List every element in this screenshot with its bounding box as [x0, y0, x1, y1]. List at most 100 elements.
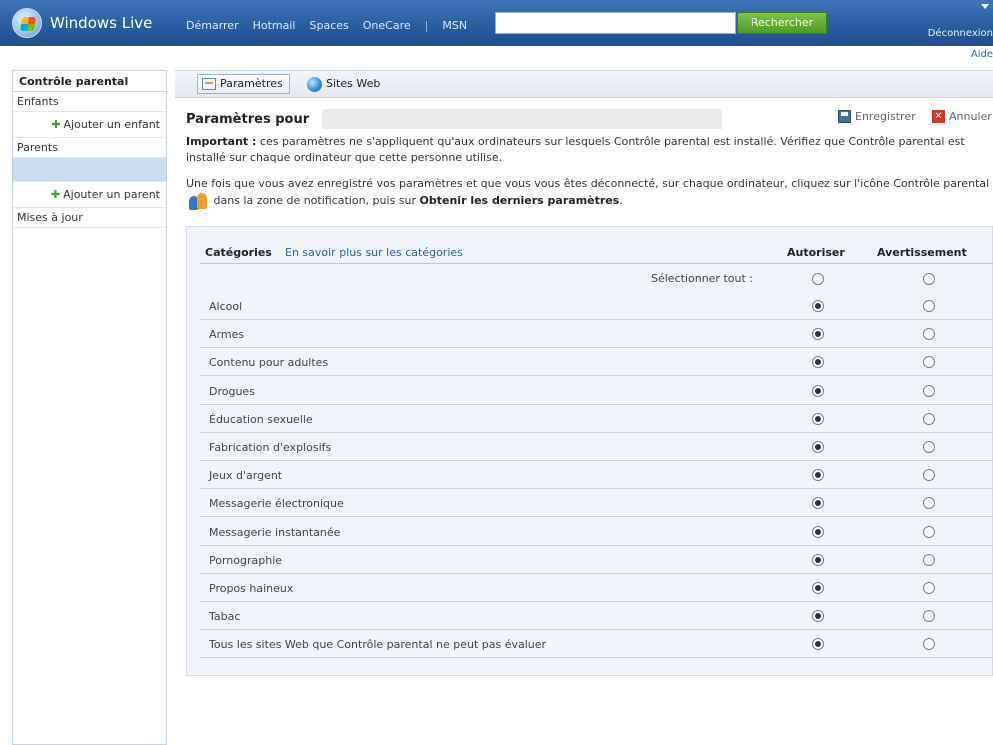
table-row: Jeux d'argent: [200, 461, 993, 490]
warn-radio[interactable]: [923, 553, 935, 566]
allow-radio[interactable]: [812, 638, 824, 651]
allow-radio[interactable]: [812, 412, 824, 425]
allow-radio[interactable]: [812, 497, 824, 510]
sidebar-item-selected-parent[interactable]: [13, 158, 166, 182]
select-all-warn-radio[interactable]: [923, 273, 935, 285]
allow-radio[interactable]: [812, 300, 824, 312]
help-link[interactable]: Aide: [971, 49, 993, 60]
category-label: Pornographie: [209, 553, 283, 567]
warn-radio[interactable]: [923, 356, 935, 369]
plus-icon: ✚: [50, 188, 61, 201]
category-label: Alcool: [209, 300, 243, 313]
save-label: Enregistrer: [855, 110, 916, 123]
table-row: Pornographie: [200, 546, 993, 574]
category-label: Jeux d'argent: [209, 469, 283, 483]
learn-more-link[interactable]: En savoir plus sur les catégories: [285, 246, 463, 259]
windows-live-logo-icon: [12, 8, 42, 38]
instructions-text: Une fois que vous avez enregistré vos pa…: [186, 175, 991, 210]
allow-radio[interactable]: [812, 582, 824, 594]
add-child-label: Ajouter un enfant: [63, 118, 160, 131]
table-row: Drogues: [200, 377, 993, 405]
top-bar: Windows Live Démarrer Hotmail Spaces One…: [0, 0, 993, 46]
sidebar-title[interactable]: Contrôle parental: [13, 70, 166, 92]
warn-radio[interactable]: [923, 582, 935, 594]
tab-websites[interactable]: Sites Web: [303, 74, 386, 94]
warn-radio[interactable]: [923, 525, 935, 538]
tab-settings-label: Paramètres: [220, 77, 283, 90]
warn-radio[interactable]: [923, 610, 935, 623]
settings-icon: [202, 78, 216, 90]
cancel-button[interactable]: ✕ Annuler: [932, 110, 992, 123]
warn-radio[interactable]: [923, 441, 935, 453]
top-nav: Démarrer Hotmail Spaces OneCare | MSN: [186, 19, 467, 32]
category-label: Tous les sites Web que Contrôle parental…: [209, 638, 547, 652]
sidebar-section-parents: Parents: [13, 138, 166, 158]
warn-radio[interactable]: [923, 469, 935, 482]
table-row: Fabrication d'explosifs: [200, 433, 993, 461]
allow-radio[interactable]: [812, 610, 824, 623]
table-row: Propos haineux: [200, 574, 993, 602]
category-label: Contenu pour adultes: [209, 356, 329, 370]
warn-radio[interactable]: [923, 497, 935, 510]
table-row: Tabac: [200, 602, 993, 631]
table-row: Armes: [200, 320, 993, 349]
windows-live-logo[interactable]: Windows Live: [12, 8, 152, 38]
select-all-allow-radio[interactable]: [812, 273, 824, 285]
save-button[interactable]: Enregistrer: [838, 110, 916, 123]
search-button[interactable]: Rechercher: [737, 12, 827, 34]
sidebar: Contrôle parental Enfants ✚ Ajouter un en…: [12, 70, 167, 745]
allow-radio[interactable]: [812, 469, 824, 482]
allow-radio[interactable]: [812, 356, 824, 369]
instructions-end: .: [619, 194, 623, 207]
column-header-allow: Autoriser: [787, 246, 845, 259]
nav-spaces[interactable]: Spaces: [309, 19, 348, 32]
warn-radio[interactable]: [923, 300, 935, 312]
add-parent-label: Ajouter un parent: [63, 188, 160, 201]
nav-hotmail[interactable]: Hotmail: [253, 19, 296, 32]
nav-separator: |: [424, 19, 429, 32]
important-notice: Important : ces paramètres ne s'applique…: [186, 134, 991, 166]
table-row: Tous les sites Web que Contrôle parental…: [200, 630, 993, 659]
nav-start[interactable]: Démarrer: [186, 19, 239, 32]
nav-msn[interactable]: MSN: [442, 19, 467, 32]
allow-radio[interactable]: [812, 328, 824, 341]
allow-radio[interactable]: [812, 525, 824, 538]
page-title: Paramètres pour: [186, 112, 310, 127]
table-row: Contenu pour adultes: [200, 348, 993, 377]
allow-radio[interactable]: [812, 553, 824, 566]
allow-radio[interactable]: [812, 384, 824, 397]
instructions-bold: Obtenir les derniers paramètres: [419, 194, 620, 207]
tab-settings[interactable]: Paramètres: [197, 74, 290, 94]
category-label: Armes: [209, 328, 245, 342]
allow-radio[interactable]: [812, 441, 824, 453]
tab-websites-label: Sites Web: [326, 77, 381, 90]
plus-icon: ✚: [51, 118, 61, 131]
add-child-button[interactable]: ✚ Ajouter un enfant: [13, 112, 166, 138]
warn-radio[interactable]: [923, 328, 935, 341]
warn-radio[interactable]: [923, 412, 935, 425]
instructions-part-b: dans la zone de notification, puis sur: [213, 194, 417, 207]
category-label: Propos haineux: [209, 582, 294, 595]
sidebar-item-updates[interactable]: Mises à jour: [13, 208, 166, 228]
select-all-label: Sélectionner tout :: [651, 272, 753, 285]
search-input[interactable]: [495, 12, 736, 34]
globe-icon: [307, 76, 322, 92]
category-label: Tabac: [209, 610, 241, 624]
close-icon: ✕: [932, 110, 945, 123]
person-name-field: [322, 109, 722, 129]
tab-bar: Paramètres Sites Web: [175, 70, 993, 98]
nav-onecare[interactable]: OneCare: [363, 19, 411, 32]
category-label: Messagerie électronique: [209, 497, 344, 511]
save-icon: [838, 110, 851, 123]
instructions-part-a: Une fois que vous avez enregistré vos pa…: [186, 177, 990, 190]
table-row: Éducation sexuelle: [200, 405, 993, 433]
add-parent-button[interactable]: ✚ Ajouter un parent: [13, 182, 166, 208]
category-label: Drogues: [209, 384, 255, 398]
table-row: Messagerie électronique: [200, 489, 993, 518]
category-label: Éducation sexuelle: [209, 412, 313, 426]
logo-text: Windows Live: [50, 14, 153, 32]
chevron-down-icon[interactable]: [981, 4, 989, 9]
signout-link[interactable]: Déconnexion: [928, 28, 993, 39]
warn-radio[interactable]: [923, 384, 935, 397]
warn-radio[interactable]: [923, 638, 935, 651]
